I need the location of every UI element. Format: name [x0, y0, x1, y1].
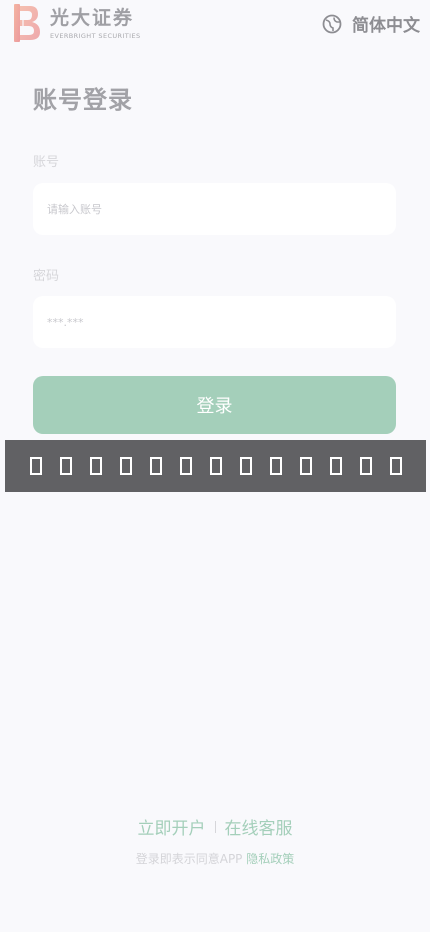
account-label: 账号: [33, 155, 60, 170]
toast-glyph: [329, 457, 342, 475]
privacy-policy-link[interactable]: 隐私政策: [246, 852, 294, 866]
header: 光大证券 EVERBRIGHT SECURITIES 简体中文: [0, 0, 430, 48]
toast-glyph: [299, 457, 312, 475]
account-input[interactable]: [45, 201, 384, 217]
footer-links: 立即开户 在线客服: [0, 814, 430, 839]
toast-glyph: [239, 457, 252, 475]
password-field-box: [33, 296, 396, 348]
everbright-logo-icon: [14, 4, 40, 42]
logo-english-name: EVERBRIGHT SECURITIES: [50, 31, 141, 40]
agreement-note: 登录即表示同意APP 隐私政策: [0, 850, 430, 867]
login-page: 光大证券 EVERBRIGHT SECURITIES 简体中文 账号登录 账号 …: [0, 0, 430, 932]
logo-chinese-name: 光大证券: [50, 6, 135, 29]
toast-glyph: [389, 457, 402, 475]
toast-glyph: [209, 457, 222, 475]
toast-glyph: [179, 457, 192, 475]
toast-glyph: [149, 457, 162, 475]
account-field-box: [33, 183, 396, 235]
toast-glyph: [29, 457, 42, 475]
toast-glyph: [89, 457, 102, 475]
language-switcher[interactable]: 简体中文: [322, 11, 420, 36]
toast-glyph: [119, 457, 132, 475]
customer-service-link[interactable]: 在线客服: [225, 814, 293, 839]
toast-glyph: [359, 457, 372, 475]
everbright-logo: 光大证券 EVERBRIGHT SECURITIES: [14, 4, 141, 42]
password-label: 密码: [33, 269, 60, 284]
agreement-text: 登录即表示同意APP: [135, 852, 243, 866]
open-account-link[interactable]: 立即开户: [138, 814, 206, 839]
page-title: 账号登录: [33, 86, 133, 114]
password-input[interactable]: [45, 314, 384, 330]
login-button[interactable]: 登录: [33, 376, 396, 434]
footer-divider: [214, 820, 216, 833]
language-label: 简体中文: [352, 16, 420, 36]
toast-glyph: [269, 457, 282, 475]
toast-overlay: [5, 440, 426, 492]
toast-glyph: [59, 457, 72, 475]
globe-icon: [322, 14, 342, 33]
